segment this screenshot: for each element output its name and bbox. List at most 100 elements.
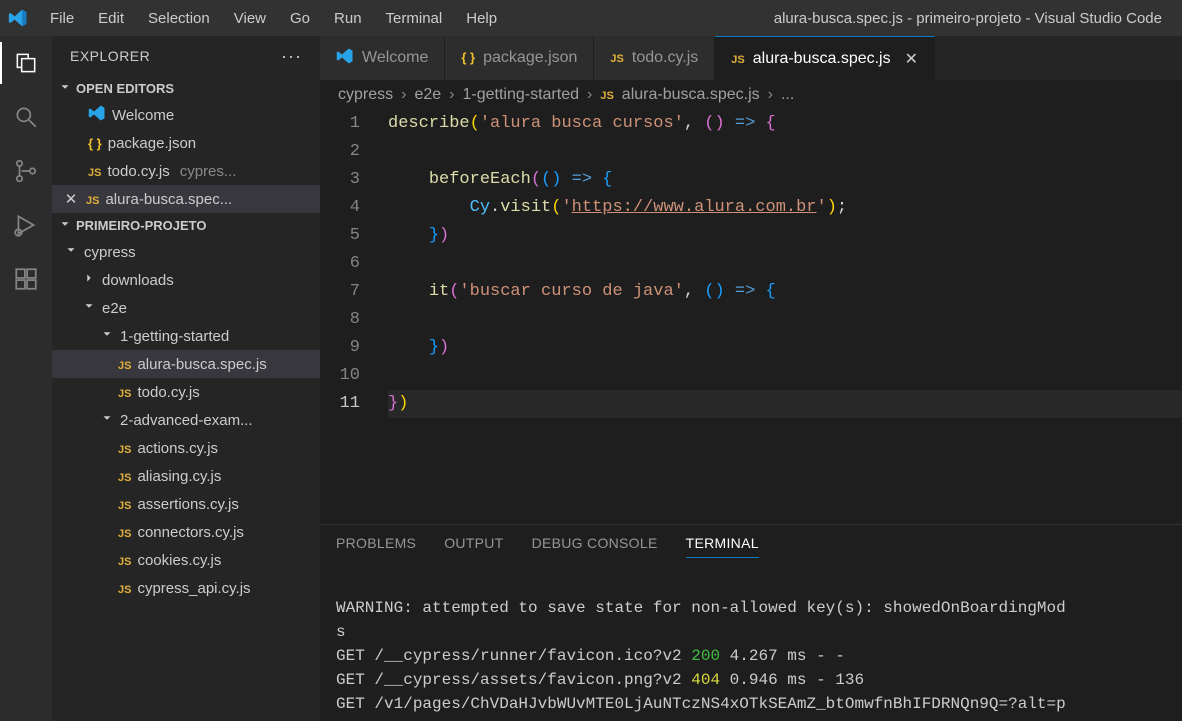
panel-tab-problems[interactable]: PROBLEMS (336, 535, 416, 558)
open-editor-item[interactable]: { }package.json (52, 129, 320, 157)
project-label: PRIMEIRO-PROJETO (76, 218, 207, 233)
status-404: 404 (691, 671, 720, 689)
terminal-line: WARNING: attempted to save state for non… (336, 599, 1066, 617)
terminal-output[interactable]: WARNING: attempted to save state for non… (320, 566, 1182, 721)
code-line[interactable] (388, 306, 1182, 334)
breadcrumb-segment[interactable]: ... (781, 86, 794, 104)
item-label: actions.cy.js (137, 440, 218, 457)
code-line[interactable]: beforeEach(() => { (388, 166, 1182, 194)
editor-tab[interactable]: JStodo.cy.js (594, 36, 715, 80)
panel-tab-terminal[interactable]: TERMINAL (686, 535, 759, 558)
menu-file[interactable]: File (40, 6, 84, 31)
chevron-right-icon (82, 271, 96, 289)
open-editor-item[interactable]: JStodo.cy.jscypres... (52, 157, 320, 185)
folder-item[interactable]: cypress (52, 238, 320, 266)
file-icon: JS (88, 163, 101, 180)
open-editor-item[interactable]: ✕JSalura-busca.spec... (52, 185, 320, 213)
folder-item[interactable]: e2e (52, 294, 320, 322)
line-number[interactable]: 11 (320, 390, 360, 418)
breadcrumb-segment[interactable]: alura-busca.spec.js (622, 86, 760, 104)
file-item[interactable]: JScypress_api.cy.js (52, 574, 320, 602)
line-number[interactable]: 9 (320, 334, 360, 362)
code-line[interactable] (388, 250, 1182, 278)
file-icon: JS (118, 468, 131, 485)
folder-item[interactable]: 2-advanced-exam... (52, 406, 320, 434)
close-icon[interactable]: ✕ (905, 49, 918, 69)
code-line[interactable]: describe('alura busca cursos', () => { (388, 110, 1182, 138)
menu-go[interactable]: Go (280, 6, 320, 31)
breadcrumb-segment[interactable]: e2e (414, 86, 441, 104)
file-item[interactable]: JScookies.cy.js (52, 546, 320, 574)
terminal-line: s (336, 623, 346, 641)
explorer-sidebar: EXPLORER ··· OPEN EDITORS Welcome{ }pack… (52, 36, 320, 721)
file-item[interactable]: JSassertions.cy.js (52, 490, 320, 518)
code-editor[interactable]: 1234567891011 describe('alura busca curs… (320, 110, 1182, 524)
file-item[interactable]: JSaliasing.cy.js (52, 462, 320, 490)
editor-area: Welcome{ }package.jsonJStodo.cy.jsJSalur… (320, 36, 1182, 721)
file-icon: JS (610, 49, 623, 67)
panel-tab-output[interactable]: OUTPUT (444, 535, 503, 558)
line-number[interactable]: 10 (320, 362, 360, 390)
title-bar: File Edit Selection View Go Run Terminal… (0, 0, 1182, 36)
project-section[interactable]: PRIMEIRO-PROJETO (52, 213, 320, 238)
menu-selection[interactable]: Selection (138, 6, 220, 31)
file-icon: JS (600, 86, 613, 104)
activity-explorer-icon[interactable] (11, 48, 41, 78)
line-number[interactable]: 5 (320, 222, 360, 250)
line-number[interactable]: 7 (320, 278, 360, 306)
code-line[interactable]: it('buscar curso de java', () => { (388, 278, 1182, 306)
item-label: cypress_api.cy.js (137, 580, 250, 597)
close-icon[interactable]: ✕ (62, 190, 80, 208)
line-number[interactable]: 3 (320, 166, 360, 194)
breadcrumb-separator: › (768, 86, 773, 104)
open-editor-item[interactable]: Welcome (52, 101, 320, 129)
breadcrumb-segment[interactable]: cypress (338, 86, 393, 104)
editor-tabs: Welcome{ }package.jsonJStodo.cy.jsJSalur… (320, 36, 1182, 80)
code-line[interactable]: }) (388, 390, 1182, 418)
editor-tab[interactable]: Welcome (320, 36, 445, 80)
file-icon: JS (86, 191, 99, 208)
panel-tab-debug-console[interactable]: DEBUG CONSOLE (532, 535, 658, 558)
chevron-down-icon (58, 217, 72, 234)
activity-extensions-icon[interactable] (11, 264, 41, 294)
folder-item[interactable]: 1-getting-started (52, 322, 320, 350)
explorer-more-icon[interactable]: ··· (281, 46, 302, 67)
file-item[interactable]: JStodo.cy.js (52, 378, 320, 406)
editor-tab[interactable]: JSalura-busca.spec.js✕ (715, 36, 935, 80)
breadcrumb-segment[interactable]: 1-getting-started (462, 86, 579, 104)
file-icon (336, 47, 354, 70)
terminal-line: GET /__cypress/runner/favicon.ico?v2 200… (336, 647, 845, 665)
menu-terminal[interactable]: Terminal (376, 6, 453, 31)
line-number[interactable]: 4 (320, 194, 360, 222)
breadcrumbs[interactable]: cypress › e2e › 1-getting-started › JS alura-bu… (320, 80, 1182, 110)
breadcrumb-separator: › (449, 86, 454, 104)
editor-tab[interactable]: { }package.json (445, 36, 594, 80)
code-line[interactable]: }) (388, 334, 1182, 362)
activity-debug-icon[interactable] (11, 210, 41, 240)
item-label: alura-busca.spec.js (137, 356, 266, 373)
line-number[interactable]: 1 (320, 110, 360, 138)
code-line[interactable]: }) (388, 222, 1182, 250)
menu-run[interactable]: Run (324, 6, 372, 31)
file-item[interactable]: JSconnectors.cy.js (52, 518, 320, 546)
folder-item[interactable]: downloads (52, 266, 320, 294)
menu-edit[interactable]: Edit (88, 6, 134, 31)
breadcrumb-separator: › (587, 86, 592, 104)
code-line[interactable]: Cy.visit('https://www.alura.com.br'); (388, 194, 1182, 222)
bottom-panel: PROBLEMS OUTPUT DEBUG CONSOLE TERMINAL WARN… (320, 524, 1182, 721)
menu-view[interactable]: View (224, 6, 276, 31)
code-content[interactable]: describe('alura busca cursos', () => { b… (384, 110, 1182, 524)
open-editors-section[interactable]: OPEN EDITORS (52, 76, 320, 101)
menu-help[interactable]: Help (456, 6, 507, 31)
code-line[interactable] (388, 138, 1182, 166)
activity-search-icon[interactable] (11, 102, 41, 132)
code-line[interactable] (388, 362, 1182, 390)
file-item[interactable]: JSalura-busca.spec.js (52, 350, 320, 378)
activity-source-control-icon[interactable] (11, 156, 41, 186)
line-number[interactable]: 8 (320, 306, 360, 334)
line-number[interactable]: 2 (320, 138, 360, 166)
file-item[interactable]: JSactions.cy.js (52, 434, 320, 462)
file-icon: { } (461, 49, 475, 67)
item-label: downloads (102, 272, 174, 289)
line-number[interactable]: 6 (320, 250, 360, 278)
